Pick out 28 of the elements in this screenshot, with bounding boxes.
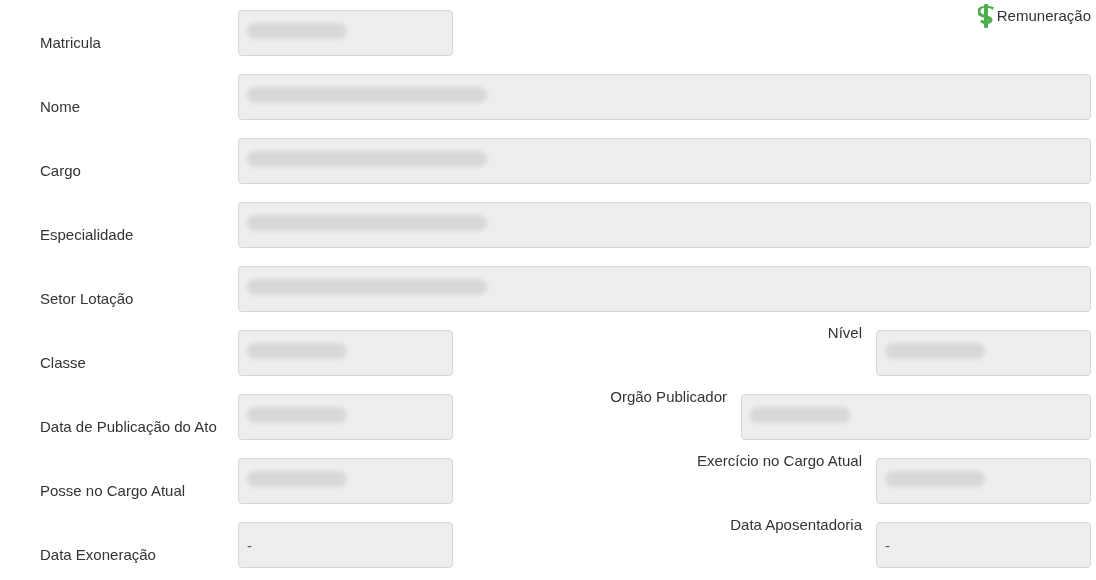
field-label: Orgão Publicador [610, 388, 727, 405]
text-field[interactable] [238, 10, 453, 56]
field-label: Especialidade [40, 225, 135, 245]
text-field[interactable] [238, 330, 453, 376]
text-field[interactable] [238, 138, 1091, 184]
text-field[interactable] [238, 266, 1091, 312]
text-field[interactable] [876, 330, 1091, 376]
text-field[interactable]: - [876, 522, 1091, 568]
remuneration-link[interactable]: Remuneração [977, 4, 1091, 28]
field-label: Nível [827, 324, 862, 341]
text-field[interactable] [238, 458, 453, 504]
text-field[interactable] [741, 394, 1091, 440]
field-label: Setor Lotação [40, 289, 135, 309]
field-label: Cargo [40, 161, 82, 181]
text-field[interactable]: - [238, 522, 453, 568]
field-label: Exercício no Cargo Atual [696, 452, 862, 469]
field-label: Data de Publicação do Ato [40, 417, 218, 437]
field-label: Data Exoneração [40, 545, 157, 565]
field-label: Posse no Cargo Atual [40, 481, 187, 501]
field-label: Nome [40, 97, 81, 117]
text-field[interactable] [876, 458, 1091, 504]
text-field[interactable] [238, 394, 453, 440]
dollar-icon [977, 4, 994, 28]
text-field[interactable] [238, 202, 1091, 248]
text-field[interactable] [238, 74, 1091, 120]
field-label: Classe [40, 353, 87, 373]
field-label: Data Aposentadoria [730, 516, 862, 533]
field-label: Matricula [40, 33, 102, 53]
